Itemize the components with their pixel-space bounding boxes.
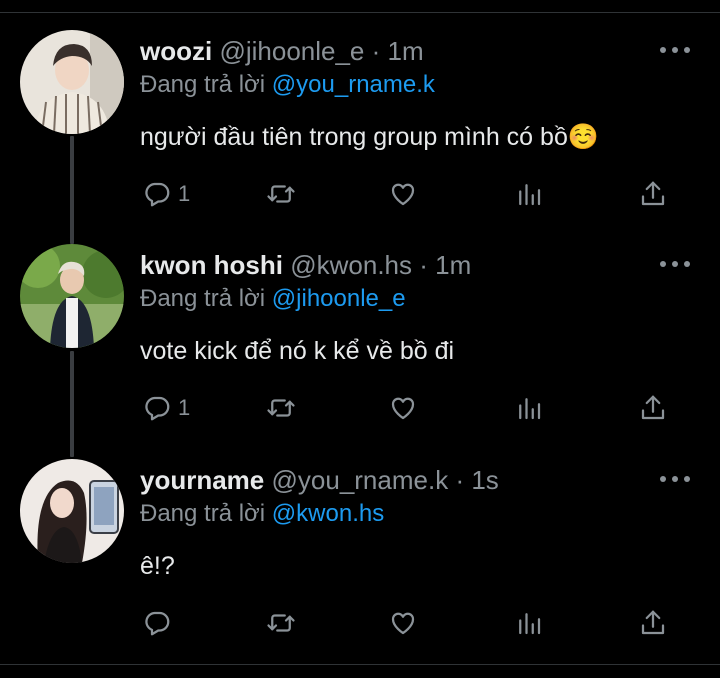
retweet-icon (267, 614, 295, 632)
retweet-icon (267, 399, 295, 417)
like-button[interactable] (388, 390, 418, 426)
tweet[interactable]: yourname @you_rname.k · 1s Đang trả lời … (0, 459, 720, 653)
tweet[interactable]: kwon hoshi @kwon.hs · 1m Đang trả lời @j… (0, 244, 720, 438)
analytics-button[interactable] (514, 176, 544, 212)
like-icon (391, 183, 415, 206)
avatar[interactable] (20, 244, 124, 348)
separator-dot: · (371, 36, 381, 66)
reply-icon (145, 182, 170, 207)
like-icon (391, 612, 415, 635)
reply-count: 1 (178, 181, 191, 206)
tweet-text: ê!? (140, 552, 175, 580)
share-icon (641, 395, 665, 420)
share-button[interactable] (638, 605, 668, 641)
tweet-header: kwon hoshi @kwon.hs · 1m (140, 248, 471, 282)
analytics-icon (519, 398, 541, 420)
reply-button[interactable]: 1 (142, 390, 190, 426)
tweet-text: vote kick để nó k kể về bồ đi (140, 337, 455, 365)
timestamp[interactable]: 1s (471, 465, 498, 495)
share-icon (641, 181, 665, 206)
retweet-button[interactable] (266, 390, 296, 426)
tweet-header: woozi @jihoonle_e · 1m (140, 34, 424, 68)
tweet-actions (140, 605, 680, 641)
more-icon[interactable] (660, 471, 690, 487)
avatar-image (20, 30, 124, 134)
user-handle[interactable]: @kwon.hs (290, 250, 412, 280)
share-icon (641, 610, 665, 635)
share-button[interactable] (638, 176, 668, 212)
retweet-button[interactable] (266, 176, 296, 212)
separator-dot: · (419, 250, 428, 280)
timestamp[interactable]: 1m (435, 250, 471, 280)
display-name[interactable]: woozi (140, 36, 212, 66)
analytics-icon (519, 613, 541, 635)
bottom-divider (0, 664, 720, 678)
like-icon (391, 397, 415, 420)
avatar[interactable] (20, 30, 124, 134)
retweet-icon (267, 185, 295, 203)
timestamp[interactable]: 1m (388, 36, 424, 66)
tweet-header: yourname @you_rname.k · 1s (140, 463, 499, 497)
display-name[interactable]: kwon hoshi (140, 250, 283, 280)
user-handle[interactable]: @jihoonle_e (219, 36, 364, 66)
like-button[interactable] (388, 176, 418, 212)
reply-button[interactable]: 1 (142, 176, 190, 212)
tweet[interactable]: woozi @jihoonle_e · 1m Đang trả lời @you… (0, 30, 720, 224)
more-icon[interactable] (660, 256, 690, 272)
reply-mention[interactable]: @jihoonle_e (272, 285, 406, 312)
display-name[interactable]: yourname (140, 465, 264, 495)
reply-context: Đang trả lời @kwon.hs (140, 499, 384, 529)
reply-prefix: Đang trả lời (140, 500, 266, 527)
separator-dot: · (455, 465, 465, 495)
retweet-button[interactable] (266, 605, 296, 641)
avatar-image (20, 244, 124, 348)
like-button[interactable] (388, 605, 418, 641)
reply-icon (145, 611, 170, 636)
share-button[interactable] (638, 390, 668, 426)
reply-icon (145, 396, 170, 421)
analytics-icon (519, 184, 541, 206)
avatar[interactable] (20, 459, 124, 563)
reply-context: Đang trả lời @jihoonle_e (140, 284, 406, 314)
avatar-image (20, 459, 124, 563)
more-icon[interactable] (660, 42, 690, 58)
tweet-text: người đầu tiên trong group mình có bồ☺️ (140, 123, 599, 151)
reply-mention[interactable]: @you_rname.k (272, 71, 435, 98)
reply-prefix: Đang trả lời (140, 71, 266, 98)
tweet-actions: 1 (140, 176, 680, 212)
reply-mention[interactable]: @kwon.hs (272, 500, 384, 527)
reply-prefix: Đang trả lời (140, 285, 266, 312)
reply-button[interactable] (142, 605, 178, 641)
analytics-button[interactable] (514, 390, 544, 426)
reply-context: Đang trả lời @you_rname.k (140, 70, 435, 100)
top-divider (0, 0, 720, 13)
analytics-button[interactable] (514, 605, 544, 641)
tweet-actions: 1 (140, 390, 680, 426)
reply-count: 1 (178, 395, 191, 420)
user-handle[interactable]: @you_rname.k (272, 465, 449, 495)
